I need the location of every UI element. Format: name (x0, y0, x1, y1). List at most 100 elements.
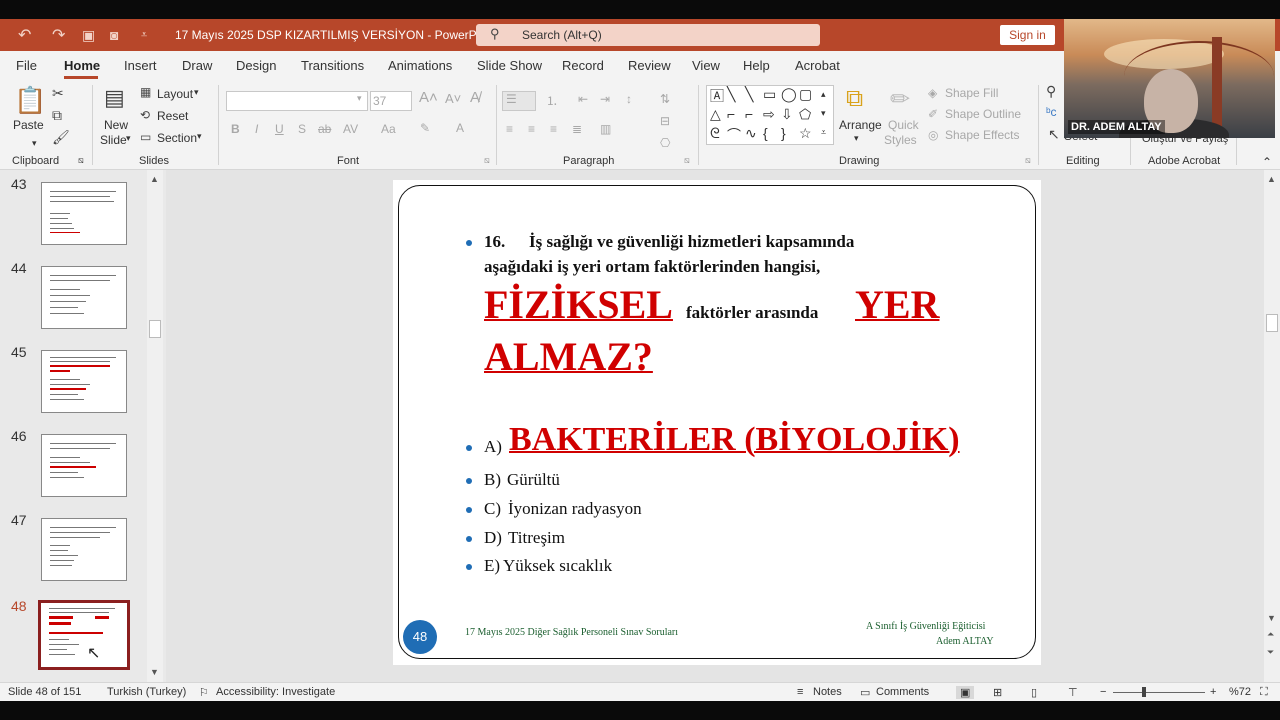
shapes-gallery[interactable]: 🄰 ╲ ╲ ▭ ◯ ▢ △ ⌐ ⌐ ⇨ ⇩ ⬠ ᘓ ⌒ ∿ { } ☆ ▴ ▾ … (706, 85, 834, 145)
tab-view[interactable]: View (692, 58, 720, 73)
tab-acrobat[interactable]: Acrobat (795, 58, 840, 73)
slide-thumbnail[interactable] (41, 266, 127, 329)
select-icon[interactable]: ↖ (1048, 126, 1060, 143)
slide-thumbnail[interactable] (41, 182, 127, 245)
tab-record[interactable]: Record (562, 58, 604, 73)
numbering-icon[interactable]: ⒈ (546, 92, 558, 109)
clear-formatting-icon[interactable]: A̸ (470, 89, 480, 106)
scrollbar-thumb[interactable] (149, 320, 161, 338)
cut-icon[interactable]: ✂ (52, 85, 64, 102)
line-shape-icon[interactable]: ╲ (727, 86, 735, 103)
slideshow-view-icon[interactable]: ⊤ (1068, 686, 1078, 699)
align-center-icon[interactable]: ≡ (528, 122, 535, 136)
slide-sorter-icon[interactable]: ⊞ (993, 686, 1002, 699)
paste-dropdown-icon[interactable]: ▾ (32, 138, 37, 149)
normal-view-icon[interactable]: ▣ (956, 686, 975, 699)
star-shape-icon[interactable]: ☆ (799, 125, 812, 142)
flowchart-shape-icon[interactable]: ⬠ (799, 106, 811, 123)
tab-review[interactable]: Review (628, 58, 671, 73)
scrollbar-thumb[interactable] (1266, 314, 1278, 332)
font-launcher-icon[interactable]: ⧅ (484, 155, 490, 166)
rounded-rect-shape-icon[interactable]: ▢ (799, 86, 812, 103)
slide-thumbnail[interactable] (41, 434, 127, 497)
scroll-down-icon[interactable]: ▼ (1267, 613, 1276, 623)
layout-dropdown-icon[interactable]: ▾ (194, 87, 199, 98)
customize-toolbar-icon[interactable]: ⩡ (141, 29, 147, 42)
reset-button[interactable]: Reset (157, 109, 188, 123)
new-slide-dropdown-icon[interactable]: ▾ (126, 133, 131, 144)
find-icon[interactable]: ⚲ (1046, 83, 1056, 100)
copy-icon[interactable]: ⧉ (52, 107, 62, 124)
tab-transitions[interactable]: Transitions (301, 58, 364, 73)
save-icon[interactable]: ◙ (110, 27, 118, 43)
redo-icon[interactable]: ↷ (52, 25, 65, 45)
next-slide-icon[interactable]: ⏷ (1267, 647, 1274, 658)
underline-icon[interactable]: U (275, 122, 284, 136)
zoom-slider-track[interactable] (1113, 692, 1205, 693)
paste-icon[interactable]: 📋 (14, 85, 46, 116)
thumbnail-scrollbar[interactable]: ▲ ▼ (147, 170, 163, 682)
arc-shape-icon[interactable]: ⌒ (727, 125, 741, 145)
brace-left-shape-icon[interactable]: { (763, 125, 768, 141)
tab-design[interactable]: Design (236, 58, 276, 73)
replace-icon[interactable]: ᵇc (1046, 105, 1057, 119)
line-shape-icon[interactable]: ╲ (745, 86, 753, 103)
tab-insert[interactable]: Insert (124, 58, 157, 73)
section-button[interactable]: Section (157, 131, 197, 145)
slide-thumbnail[interactable] (41, 518, 127, 581)
zoom-in-icon[interactable]: + (1210, 686, 1216, 698)
zoom-slider-thumb[interactable] (1142, 687, 1146, 697)
right-arrow-shape-icon[interactable]: ⇨ (763, 106, 775, 123)
shape-fill-button[interactable]: Shape Fill (945, 86, 998, 100)
justify-icon[interactable]: ≣ (572, 122, 582, 136)
tab-file[interactable]: File (16, 58, 37, 73)
fit-slide-icon[interactable]: ⛶ (1260, 686, 1268, 699)
layout-button[interactable]: Layout (157, 87, 193, 101)
triangle-shape-icon[interactable]: △ (710, 106, 721, 123)
increase-indent-icon[interactable]: ⇥ (600, 92, 610, 106)
slide-counter[interactable]: Slide 48 of 151 (8, 686, 81, 698)
paragraph-launcher-icon[interactable]: ⧅ (684, 155, 690, 166)
highlight-icon[interactable]: ✎ (420, 121, 430, 135)
present-icon[interactable]: ▣ (82, 27, 95, 44)
reading-view-icon[interactable]: ▯ (1031, 686, 1037, 699)
previous-slide-icon[interactable]: ⏶ (1267, 629, 1274, 640)
quick-styles-label-1[interactable]: Quick (888, 118, 919, 132)
gallery-up-icon[interactable]: ▴ (821, 89, 826, 100)
scroll-up-icon[interactable]: ▲ (1267, 174, 1276, 184)
char-spacing-icon[interactable]: AV (343, 122, 358, 136)
clipboard-launcher-icon[interactable]: ⧅ (78, 155, 84, 166)
section-dropdown-icon[interactable]: ▾ (197, 131, 202, 142)
slide-thumbnail-active[interactable]: ↖ (38, 600, 130, 670)
undo-icon[interactable]: ↶ (18, 25, 31, 45)
gallery-more-icon[interactable]: ⩡ (821, 127, 826, 138)
drawing-launcher-icon[interactable]: ⧅ (1025, 155, 1031, 166)
italic-icon[interactable]: I (255, 122, 258, 136)
collapse-ribbon-icon[interactable]: ⌃ (1262, 155, 1272, 169)
freeform-shape-icon[interactable]: ∿ (745, 125, 757, 142)
section-icon[interactable]: ▭ (140, 130, 151, 144)
tab-slide-show[interactable]: Slide Show (477, 58, 542, 73)
rectangle-shape-icon[interactable]: ▭ (763, 86, 776, 103)
tab-home[interactable]: Home (64, 58, 100, 73)
slide-thumbnail[interactable] (41, 350, 127, 413)
strikethrough-icon[interactable]: ab (318, 122, 331, 136)
tab-animations[interactable]: Animations (388, 58, 452, 73)
font-color-icon[interactable]: A (456, 121, 464, 135)
language-indicator[interactable]: Turkish (Turkey) (107, 686, 186, 698)
new-slide-label-1[interactable]: New (104, 118, 128, 132)
decrease-indent-icon[interactable]: ⇤ (578, 92, 588, 106)
font-name-combo[interactable] (226, 91, 368, 111)
decrease-font-icon[interactable]: A˅ (445, 91, 461, 106)
bold-icon[interactable]: B (231, 122, 240, 136)
oval-shape-icon[interactable]: ◯ (781, 86, 797, 103)
new-slide-icon[interactable]: ▤ (104, 85, 125, 111)
reset-icon[interactable]: ⟲ (140, 108, 150, 122)
shadow-icon[interactable]: S (298, 122, 306, 136)
arrange-icon[interactable]: ⧉ (846, 85, 863, 113)
columns-icon[interactable]: ▥ (600, 122, 611, 136)
tab-draw[interactable]: Draw (182, 58, 212, 73)
increase-font-icon[interactable]: A˄ (419, 89, 438, 106)
quick-styles-icon[interactable]: ✏ (890, 85, 910, 114)
format-painter-icon[interactable]: 🖌 (52, 129, 70, 146)
